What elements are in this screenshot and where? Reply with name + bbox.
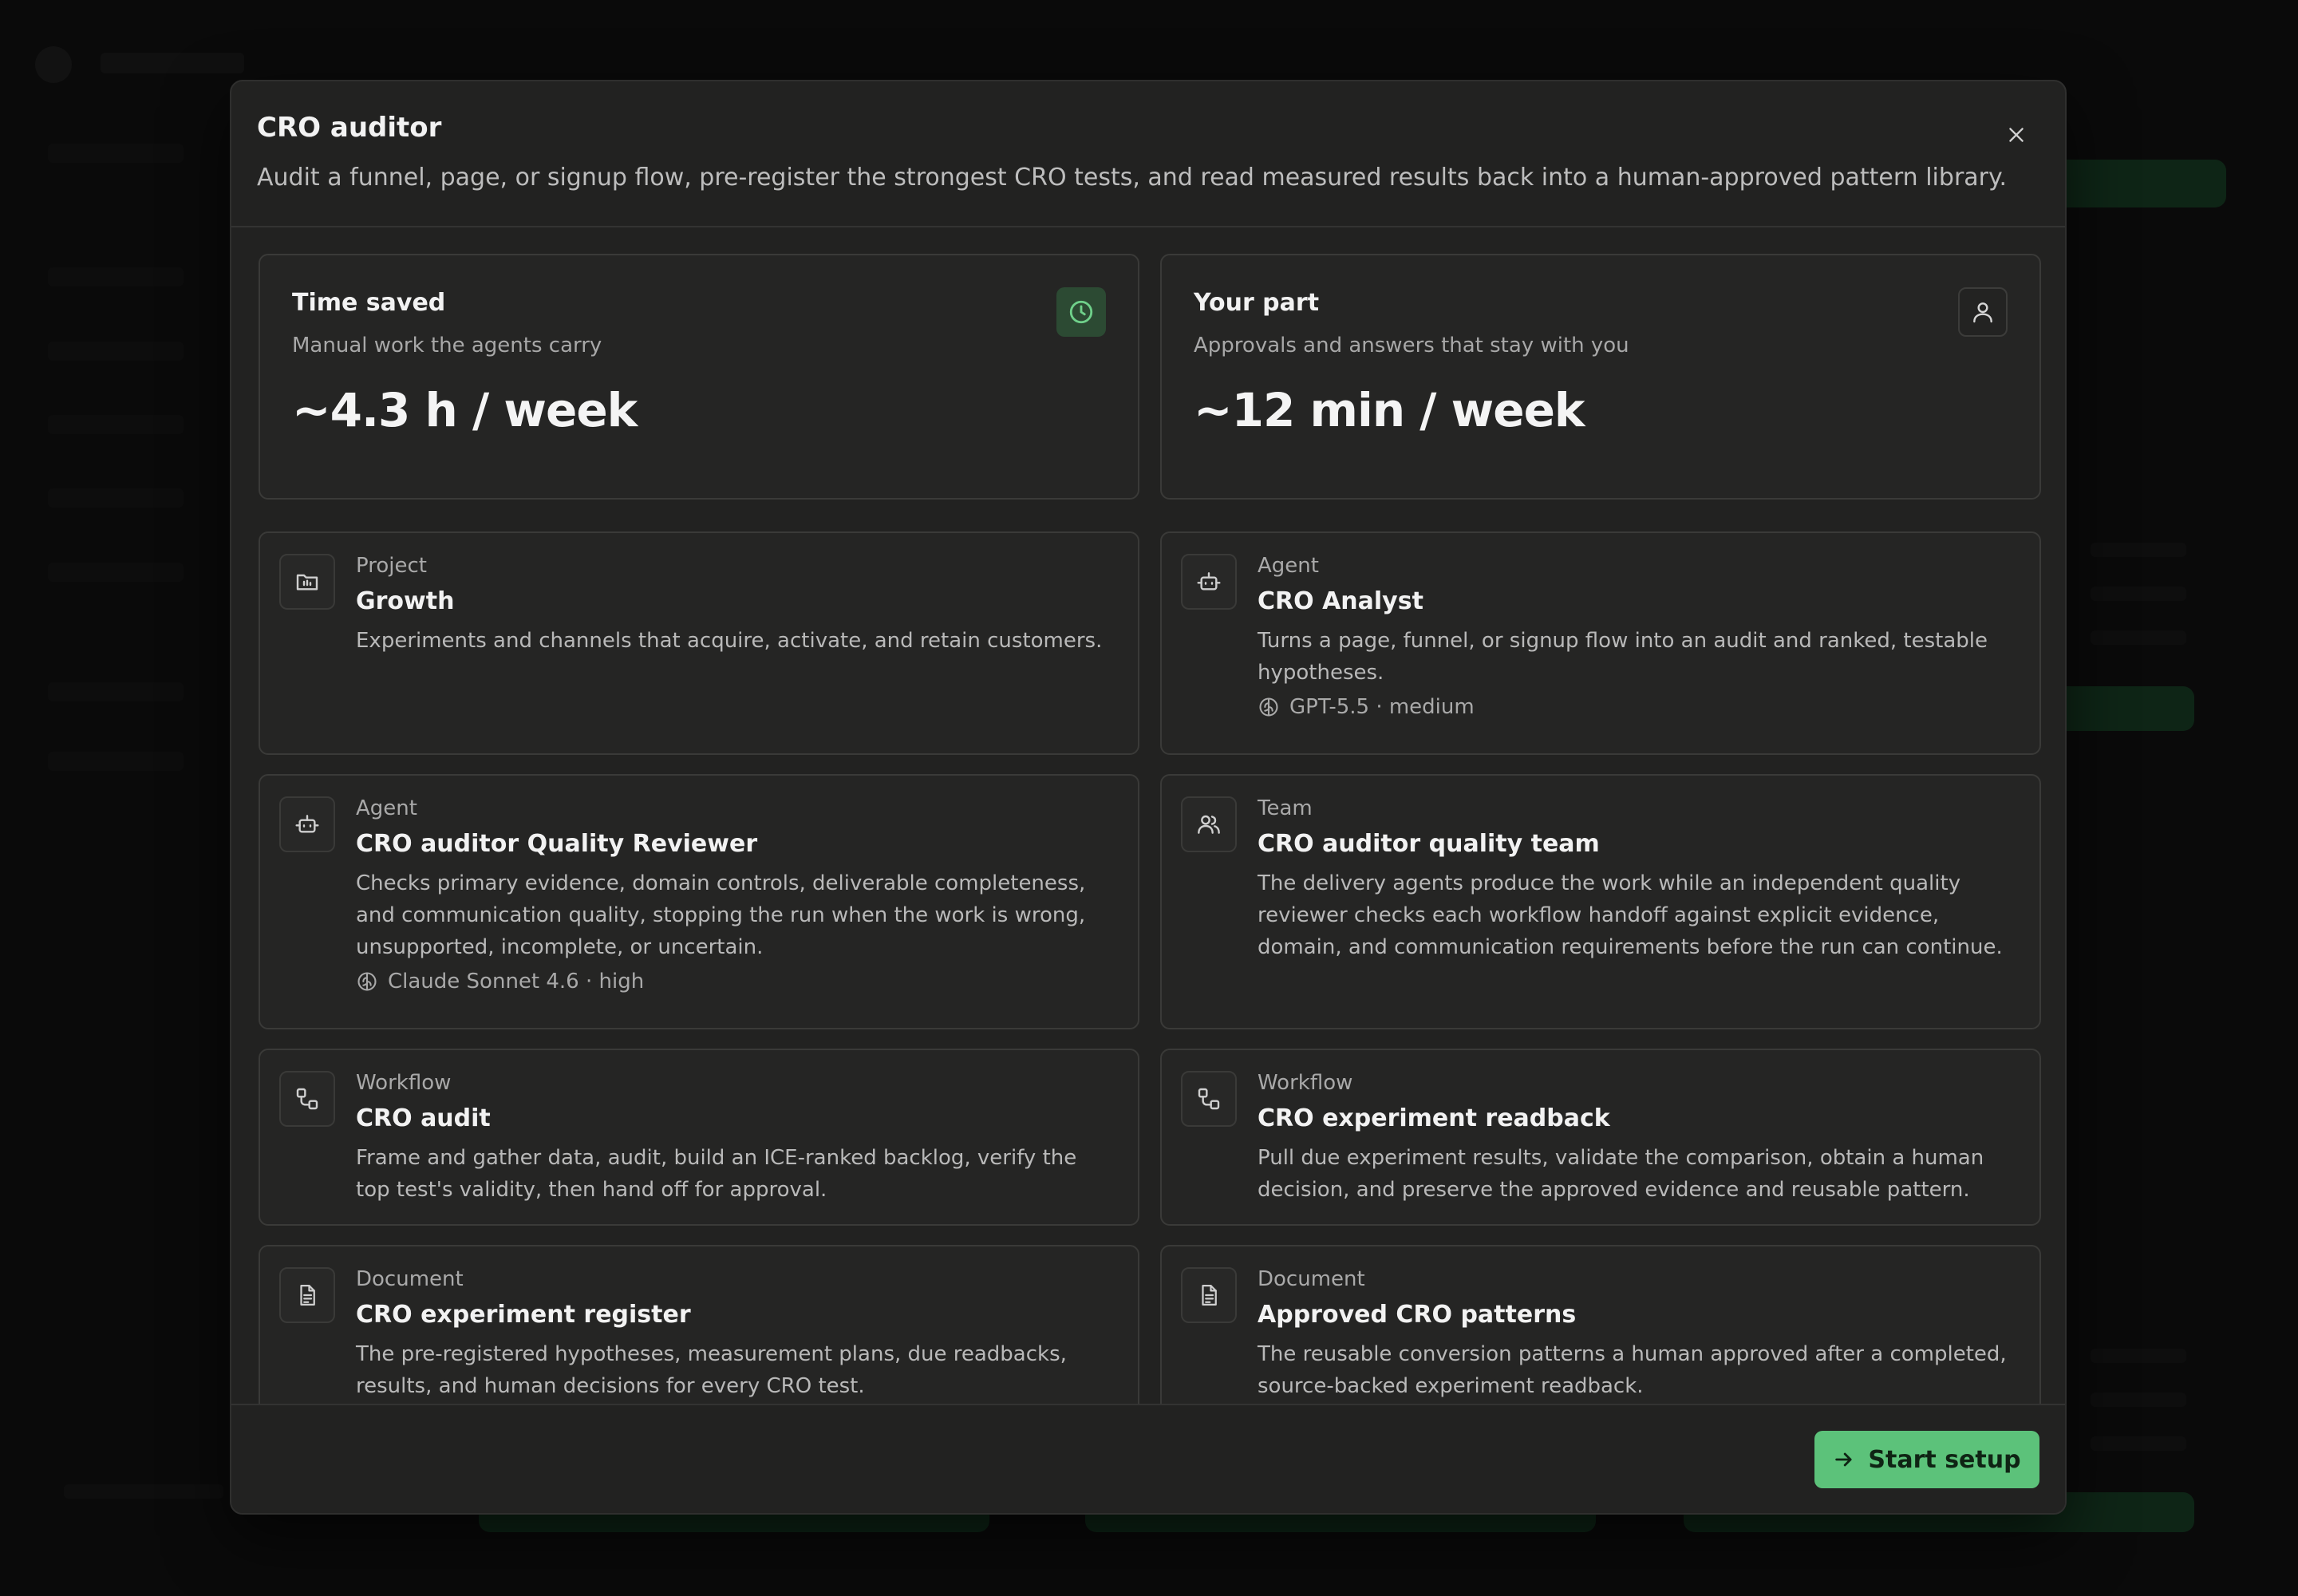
item-type: Team xyxy=(1258,796,1313,820)
workflow-icon xyxy=(1198,1088,1220,1110)
item-model-label: GPT-5.5 · medium xyxy=(1289,695,1475,719)
item-title: Approved CRO patterns xyxy=(1258,1301,1577,1329)
your-part-card: Your part Approvals and answers that sta… xyxy=(1160,254,2041,500)
time-saved-value: ~4.3 h / week xyxy=(292,383,638,437)
close-button[interactable] xyxy=(1998,117,2035,153)
item-model: Claude Sonnet 4.6 · high xyxy=(356,970,644,994)
item-model: GPT-5.5 · medium xyxy=(1258,695,1475,719)
brain-icon xyxy=(357,972,377,991)
bot-icon-badge xyxy=(279,796,335,852)
workflow-icon xyxy=(296,1088,318,1110)
clock-icon xyxy=(1069,300,1093,324)
item-type: Document xyxy=(1258,1267,1365,1291)
item-title: CRO audit xyxy=(356,1104,491,1132)
workflow-icon-badge xyxy=(279,1071,335,1127)
item-title: CRO experiment register xyxy=(356,1301,691,1329)
folder-icon-badge xyxy=(279,554,335,610)
dialog-title: CRO auditor xyxy=(257,112,442,144)
item-title: CRO experiment readback xyxy=(1258,1104,1610,1132)
item-type: Workflow xyxy=(356,1071,452,1095)
item-type: Project xyxy=(356,554,427,578)
your-part-subtitle: Approvals and answers that stay with you xyxy=(1194,334,1629,358)
item-card-agent[interactable]: Agent CRO auditor Quality Reviewer Check… xyxy=(259,774,1139,1029)
item-card-agent[interactable]: Agent CRO Analyst Turns a page, funnel, … xyxy=(1160,531,2041,755)
item-description: The delivery agents produce the work whi… xyxy=(1258,871,2003,959)
user-icon xyxy=(1973,302,1992,323)
document-icon xyxy=(1202,1285,1217,1306)
item-description: The reusable conversion patterns a human… xyxy=(1258,1342,2007,1398)
time-saved-subtitle: Manual work the agents carry xyxy=(292,334,602,358)
document-icon-badge xyxy=(1181,1267,1237,1323)
dialog-body[interactable]: Time saved Manual work the agents carry … xyxy=(231,227,2065,1487)
item-type: Workflow xyxy=(1258,1071,1353,1095)
brain-icon xyxy=(1259,697,1278,717)
item-description: Experiments and channels that acquire, a… xyxy=(356,629,1103,653)
item-model-label: Claude Sonnet 4.6 · high xyxy=(388,970,645,994)
document-icon xyxy=(300,1285,315,1306)
clock-icon-badge xyxy=(1056,287,1106,337)
bot-icon xyxy=(1197,572,1221,591)
start-setup-button[interactable]: Start setup xyxy=(1814,1431,2039,1488)
item-card-project[interactable]: Project Growth Experiments and channels … xyxy=(259,531,1139,755)
bot-icon-badge xyxy=(1181,554,1237,610)
item-description: Checks primary evidence, domain controls… xyxy=(356,871,1086,959)
item-description: Pull due experiment results, validate th… xyxy=(1258,1146,1984,1202)
user-icon-badge xyxy=(1958,287,2008,337)
dialog-footer: Start setup xyxy=(231,1404,2065,1513)
item-type: Agent xyxy=(1258,554,1319,578)
item-description: The pre-registered hypotheses, measureme… xyxy=(356,1342,1067,1398)
your-part-value: ~12 min / week xyxy=(1194,383,1585,437)
arrow-right-icon xyxy=(1835,1452,1852,1467)
workflow-icon-badge xyxy=(1181,1071,1237,1127)
item-type: Document xyxy=(356,1267,464,1291)
close-icon xyxy=(2009,128,2024,142)
time-saved-card: Time saved Manual work the agents carry … xyxy=(259,254,1139,500)
dialog-header: CRO auditor Audit a funnel, page, or sig… xyxy=(231,81,2065,227)
your-part-title: Your part xyxy=(1194,289,1320,317)
start-setup-label: Start setup xyxy=(1868,1445,2021,1474)
item-title: CRO auditor Quality Reviewer xyxy=(356,830,758,858)
item-card-workflow[interactable]: Workflow CRO experiment readback Pull du… xyxy=(1160,1049,2041,1226)
time-saved-title: Time saved xyxy=(292,289,446,317)
item-title: CRO Analyst xyxy=(1258,587,1423,615)
document-icon-badge xyxy=(279,1267,335,1323)
item-title: Growth xyxy=(356,587,455,615)
bot-icon xyxy=(295,815,319,833)
dialog-description: Audit a funnel, page, or signup flow, pr… xyxy=(257,164,2008,192)
folder-icon xyxy=(296,574,318,591)
users-icon-badge xyxy=(1181,796,1237,852)
item-description: Frame and gather data, audit, build an I… xyxy=(356,1146,1077,1202)
users-icon xyxy=(1198,815,1220,834)
item-card-team[interactable]: Team CRO auditor quality team The delive… xyxy=(1160,774,2041,1029)
item-type: Agent xyxy=(356,796,417,820)
item-description: Turns a page, funnel, or signup flow int… xyxy=(1258,629,1988,685)
item-card-workflow[interactable]: Workflow CRO audit Frame and gather data… xyxy=(259,1049,1139,1226)
item-title: CRO auditor quality team xyxy=(1258,830,1600,858)
setup-dialog: CRO auditor Audit a funnel, page, or sig… xyxy=(230,80,2067,1515)
